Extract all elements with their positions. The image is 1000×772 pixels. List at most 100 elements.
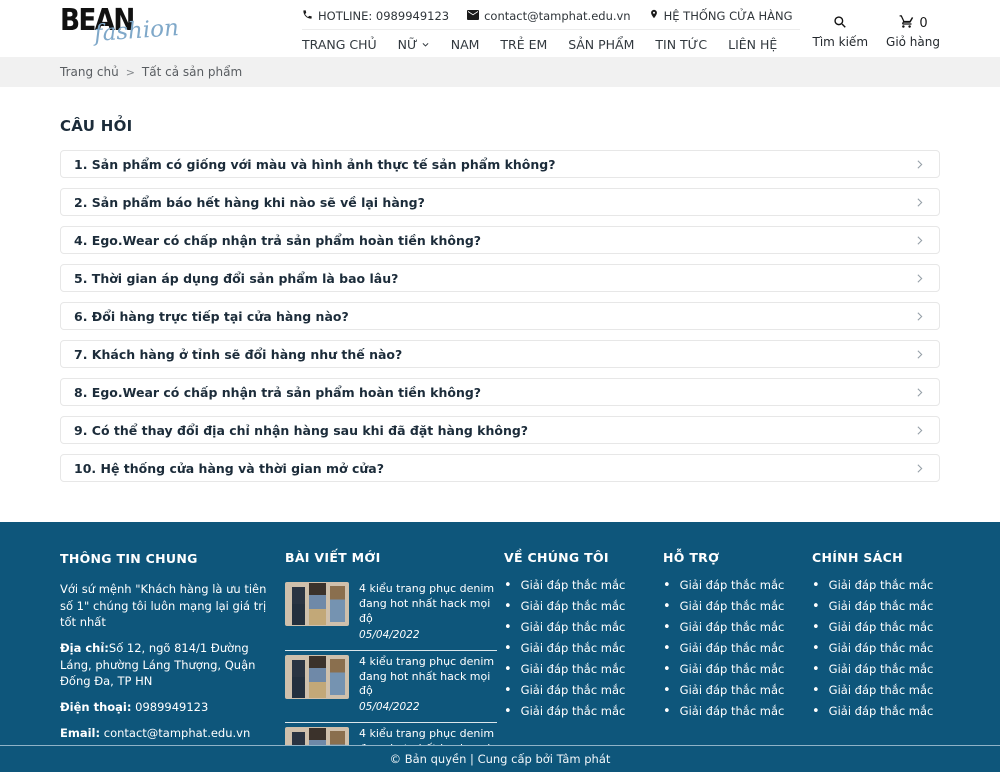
faq-question: 10. Hệ thống cửa hàng và thời gian mở cử… (74, 461, 384, 476)
search-button[interactable]: Tìm kiếm (812, 14, 868, 49)
chevron-right-icon (913, 272, 926, 285)
hotline-text: HOTLINE: 0989949123 (318, 9, 449, 23)
faq-question: 9. Có thể thay đổi địa chỉ nhận hàng sau… (74, 423, 528, 438)
nav-item-tre-em[interactable]: TRẺ EM (500, 37, 547, 52)
footer-link[interactable]: Giải đáp thắc mắc (504, 704, 656, 718)
nav-item-nam[interactable]: NAM (451, 37, 480, 52)
nav-item-trang-chu[interactable]: TRANG CHỦ (302, 37, 377, 52)
footer-link[interactable]: Giải đáp thắc mắc (663, 641, 805, 655)
post-title: 4 kiểu trang phục denim đang hot nhất ha… (359, 655, 497, 700)
post-date: 05/04/2022 (359, 700, 497, 714)
footer-link[interactable]: Giải đáp thắc mắc (812, 620, 940, 634)
footer-link[interactable]: Giải đáp thắc mắc (663, 620, 805, 634)
footer-posts-title: BÀI VIẾT MỚI (285, 550, 497, 565)
copyright-bar: © Bản quyền | Cung cấp bởi Tâm phát (0, 745, 1000, 772)
footer-link[interactable]: Giải đáp thắc mắc (812, 662, 940, 676)
footer-link[interactable]: Giải đáp thắc mắc (504, 641, 656, 655)
post-title: 4 kiểu trang phục denim đang hot nhất ha… (359, 727, 497, 745)
faq-question: 7. Khách hàng ở tỉnh sẽ đổi hàng như thế… (74, 347, 402, 362)
footer-link[interactable]: Giải đáp thắc mắc (663, 704, 805, 718)
main-nav: TRANG CHỦ NỮ NAM TRẺ EM SẢN PHẨM TIN TỨC… (302, 30, 800, 52)
faq-question: 2. Sản phẩm báo hết hàng khi nào sẽ về l… (74, 195, 425, 210)
email-text: contact@tamphat.edu.vn (484, 9, 631, 23)
footer-link[interactable]: Giải đáp thắc mắc (663, 662, 805, 676)
header-actions: Tìm kiếm 0 Giỏ hàng (812, 8, 940, 49)
footer-link[interactable]: Giải đáp thắc mắc (812, 683, 940, 697)
footer-link[interactable]: Giải đáp thắc mắc (663, 599, 805, 613)
post-thumbnail-image (285, 727, 349, 745)
page-title: CÂU HỎI (60, 117, 940, 135)
faq-row[interactable]: 2. Sản phẩm báo hết hàng khi nào sẽ về l… (60, 188, 940, 216)
faq-question: 5. Thời gian áp dụng đổi sản phẩm là bao… (74, 271, 398, 286)
nav-item-nu[interactable]: NỮ (398, 37, 430, 52)
faq-row[interactable]: 4. Ego.Wear có chấp nhận trả sản phẩm ho… (60, 226, 940, 254)
store-system-link[interactable]: HỆ THỐNG CỬA HÀNG (649, 8, 793, 23)
faq-question: 1. Sản phẩm có giống với màu và hình ảnh… (74, 157, 555, 172)
footer-info-title: THÔNG TIN CHUNG (60, 550, 278, 568)
nav-item-tin-tuc[interactable]: TIN TỨC (655, 37, 707, 52)
nav-item-san-pham[interactable]: SẢN PHẨM (568, 37, 634, 52)
header-center: HOTLINE: 0989949123 contact@tamphat.edu.… (302, 5, 800, 52)
footer-email-label: Email: (60, 726, 100, 740)
faq-question: 4. Ego.Wear có chấp nhận trả sản phẩm ho… (74, 233, 481, 248)
topbar: HOTLINE: 0989949123 contact@tamphat.edu.… (302, 5, 800, 30)
footer-about-title: VỀ CHÚNG TÔI (504, 550, 656, 565)
footer-link[interactable]: Giải đáp thắc mắc (663, 578, 805, 592)
search-label: Tìm kiếm (812, 35, 868, 49)
faq-row[interactable]: 9. Có thể thay đổi địa chỉ nhận hàng sau… (60, 416, 940, 444)
phone-icon (302, 9, 313, 23)
footer-link[interactable]: Giải đáp thắc mắc (504, 683, 656, 697)
footer-post-item[interactable]: 4 kiểu trang phục denim đang hot nhất ha… (285, 723, 497, 745)
chevron-right-icon (913, 386, 926, 399)
chevron-right-icon (913, 196, 926, 209)
faq-row[interactable]: 10. Hệ thống cửa hàng và thời gian mở cử… (60, 454, 940, 482)
footer-policy-column: CHÍNH SÁCH Giải đáp thắc mắcGiải đáp thắ… (812, 550, 940, 745)
nav-item-lien-he[interactable]: LIÊN HỆ (728, 37, 777, 52)
footer-posts-list: 4 kiểu trang phục denim đang hot nhất ha… (285, 578, 497, 745)
footer-support-column: HỖ TRỢ Giải đáp thắc mắc Giải đáp thắc mắ… (663, 550, 805, 745)
footer-link[interactable]: Giải đáp thắc mắc (504, 662, 656, 676)
post-title: 4 kiểu trang phục denim đang hot nhất ha… (359, 582, 497, 627)
footer-support-title: HỖ TRỢ (663, 550, 805, 565)
footer-link[interactable]: Giải đáp thắc mắc (812, 578, 940, 592)
search-icon (833, 14, 847, 33)
post-thumbnail-image (285, 582, 349, 626)
pin-icon (649, 8, 659, 23)
cart-button[interactable]: 0 Giỏ hàng (886, 14, 940, 49)
footer-link[interactable]: Giải đáp thắc mắc (812, 704, 940, 718)
post-thumbnail-image (285, 655, 349, 699)
brand-logo[interactable]: BEAN fashion (60, 2, 188, 56)
faq-row[interactable]: 7. Khách hàng ở tỉnh sẽ đổi hàng như thế… (60, 340, 940, 368)
faq-row[interactable]: 8. Ego.Wear có chấp nhận trả sản phẩm ho… (60, 378, 940, 406)
footer-posts-column: BÀI VIẾT MỚI 4 kiểu trang phục denim đan… (285, 550, 497, 745)
store-system-text: HỆ THỐNG CỬA HÀNG (664, 9, 793, 23)
breadcrumb-current: Tất cả sản phẩm (142, 65, 242, 79)
faq-row[interactable]: 5. Thời gian áp dụng đổi sản phẩm là bao… (60, 264, 940, 292)
faq-row[interactable]: 6. Đổi hàng trực tiếp tại cửa hàng nào? (60, 302, 940, 330)
footer-link[interactable]: Giải đáp thắc mắc (812, 641, 940, 655)
cart-label: Giỏ hàng (886, 35, 940, 49)
footer-link[interactable]: Giải đáp thắc mắc (663, 683, 805, 697)
footer-link[interactable]: Giải đáp thắc mắc (812, 599, 940, 613)
footer-post-item[interactable]: 4 kiểu trang phục denim đang hot nhất ha… (285, 578, 497, 651)
post-date: 05/04/2022 (359, 628, 497, 642)
chevron-right-icon (913, 424, 926, 437)
footer-info-column: THÔNG TIN CHUNG Với sứ mệnh "Khách hàng … (60, 550, 278, 745)
faq-row[interactable]: 1. Sản phẩm có giống với màu và hình ảnh… (60, 150, 940, 178)
footer: THÔNG TIN CHUNG Với sứ mệnh "Khách hàng … (0, 522, 1000, 745)
breadcrumb-bar: Trang chủ > Tất cả sản phẩm (0, 57, 1000, 87)
chevron-right-icon (913, 462, 926, 475)
chevron-right-icon (913, 158, 926, 171)
footer-link[interactable]: Giải đáp thắc mắc (504, 620, 656, 634)
footer-post-item[interactable]: 4 kiểu trang phục denim đang hot nhất ha… (285, 651, 497, 724)
faq-list: 1. Sản phẩm có giống với màu và hình ảnh… (60, 150, 940, 482)
hotline-link[interactable]: HOTLINE: 0989949123 (302, 9, 449, 23)
email-link[interactable]: contact@tamphat.edu.vn (467, 9, 631, 23)
footer-phone: Điện thoại: 0989949123 (60, 699, 278, 716)
chevron-right-icon (913, 348, 926, 361)
footer-link[interactable]: Giải đáp thắc mắc (504, 578, 656, 592)
caret-down-icon (421, 37, 430, 52)
footer-link[interactable]: Giải đáp thắc mắc (504, 599, 656, 613)
breadcrumb-home[interactable]: Trang chủ (60, 65, 119, 79)
footer-address-label: Địa chỉ: (60, 641, 109, 655)
